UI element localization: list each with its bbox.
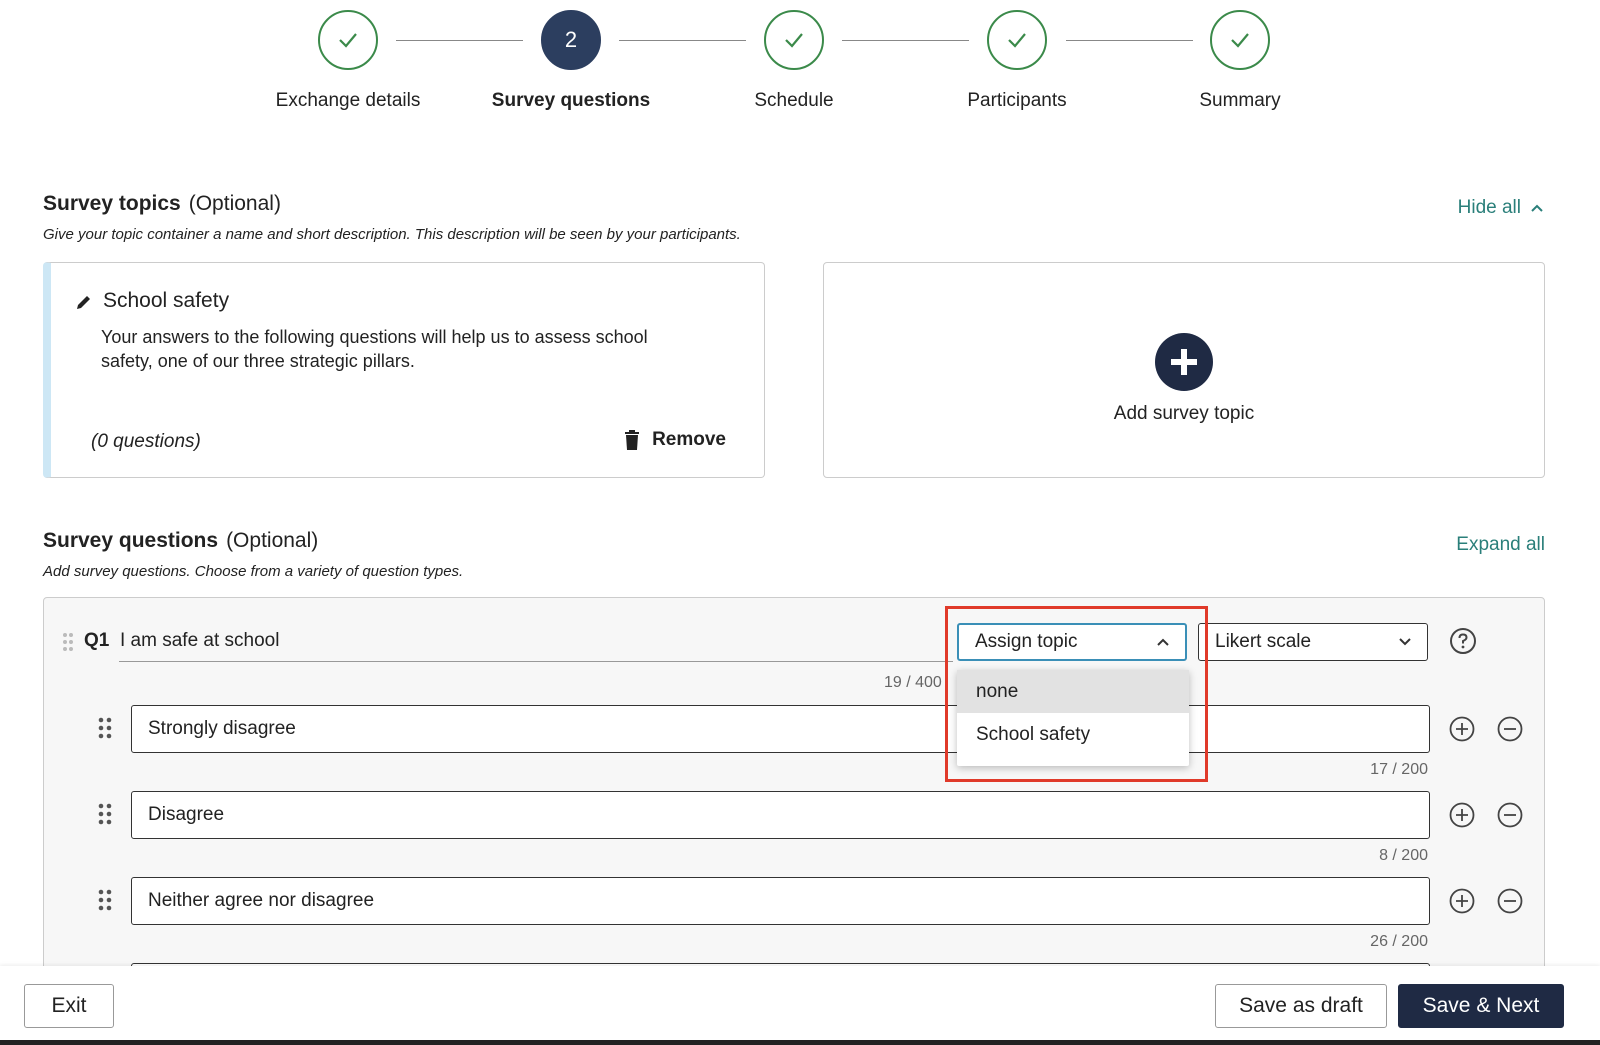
answer-option-input[interactable]: Strongly disagree	[131, 705, 1430, 753]
topics-description: Give your topic container a name and sho…	[43, 226, 741, 243]
answer-option-input[interactable]: Disagree	[131, 791, 1430, 839]
dropdown-option-none[interactable]: none	[957, 670, 1189, 713]
question-type-select[interactable]: Likert scale	[1198, 623, 1428, 661]
answer-option-row: Strongly disagree	[44, 705, 1546, 753]
step-label: Summary	[1199, 90, 1281, 111]
answer-option-input[interactable]: Neither agree nor disagree	[131, 877, 1430, 925]
step-exchange-details[interactable]: Exchange details	[228, 10, 468, 112]
step-number: 2	[541, 10, 601, 70]
step-label: Exchange details	[275, 90, 421, 111]
assign-topic-dropdown: none School safety	[957, 670, 1189, 766]
chevron-down-icon	[1399, 638, 1411, 646]
topic-card-school-safety: School safety Your answers to the follow…	[43, 262, 765, 478]
questions-heading: Survey questions (Optional)	[43, 529, 318, 553]
add-topic-label: Add survey topic	[1113, 403, 1255, 424]
chevron-up-icon	[1531, 204, 1543, 212]
window-bottom-edge	[0, 1040, 1600, 1045]
check-icon	[1210, 10, 1270, 70]
remove-option-icon[interactable]	[1497, 716, 1523, 747]
drag-handle-icon[interactable]	[98, 803, 112, 830]
step-label: Participants	[967, 90, 1067, 111]
progress-stepper: Exchange details 2 Survey questions Sche…	[0, 0, 1600, 130]
questions-title: Survey questions	[43, 529, 219, 552]
question-text-input[interactable]: I am safe at school	[120, 630, 279, 652]
check-icon	[987, 10, 1047, 70]
remove-label: Remove	[652, 429, 726, 450]
pencil-icon[interactable]	[75, 293, 93, 316]
questions-description: Add survey questions. Choose from a vari…	[43, 563, 464, 580]
drag-handle-icon[interactable]	[62, 632, 74, 657]
topic-name[interactable]: School safety	[103, 289, 229, 313]
step-label: Schedule	[754, 90, 834, 111]
exit-button[interactable]: Exit	[24, 984, 114, 1028]
expand-all-label: Expand all	[1456, 534, 1545, 555]
check-icon	[764, 10, 824, 70]
add-survey-topic-button[interactable]: Add survey topic	[823, 262, 1545, 478]
add-option-icon[interactable]	[1449, 888, 1475, 919]
question-type-value: Likert scale	[1215, 631, 1312, 652]
step-participants[interactable]: Participants	[897, 10, 1137, 112]
topic-question-count: (0 questions)	[91, 431, 201, 452]
add-option-icon[interactable]	[1449, 716, 1475, 747]
add-option-icon[interactable]	[1449, 802, 1475, 833]
step-survey-questions[interactable]: 2 Survey questions	[451, 10, 691, 112]
option-char-count: 17 / 200	[1370, 761, 1428, 778]
drag-handle-icon[interactable]	[98, 889, 112, 916]
drag-handle-icon[interactable]	[98, 717, 112, 744]
question-char-count: 19 / 400	[884, 674, 942, 691]
topic-description: Your answers to the following questions …	[101, 327, 648, 371]
option-char-count: 26 / 200	[1370, 933, 1428, 950]
topics-optional: (Optional)	[188, 192, 281, 215]
option-char-count: 8 / 200	[1379, 847, 1428, 864]
topics-title: Survey topics	[43, 192, 181, 215]
remove-option-icon[interactable]	[1497, 888, 1523, 919]
hide-all-label: Hide all	[1457, 197, 1521, 218]
save-draft-button[interactable]: Save as draft	[1215, 984, 1387, 1028]
step-summary[interactable]: Summary	[1120, 10, 1360, 112]
remove-topic-button[interactable]: Remove	[624, 429, 726, 451]
question-number: Q1	[84, 630, 110, 651]
footer-bar: Exit Save as draft Save & Next	[0, 966, 1600, 1045]
dropdown-option-school-safety[interactable]: School safety	[957, 713, 1189, 756]
topics-heading: Survey topics (Optional)	[43, 192, 281, 216]
step-schedule[interactable]: Schedule	[674, 10, 914, 112]
hide-all-button[interactable]: Hide all	[1458, 197, 1545, 219]
answer-option-row: Disagree	[44, 791, 1546, 839]
remove-option-icon[interactable]	[1497, 802, 1523, 833]
question-underline	[119, 661, 953, 662]
save-next-button[interactable]: Save & Next	[1398, 984, 1564, 1028]
plus-circle-icon	[1155, 333, 1213, 391]
questions-optional: (Optional)	[226, 529, 319, 552]
answer-option-row: Neither agree nor disagree	[44, 877, 1546, 925]
help-icon[interactable]	[1449, 627, 1477, 660]
trash-icon	[625, 430, 640, 450]
step-label: Survey questions	[491, 90, 651, 111]
expand-all-button[interactable]: Expand all	[1456, 534, 1545, 556]
check-icon	[318, 10, 378, 70]
